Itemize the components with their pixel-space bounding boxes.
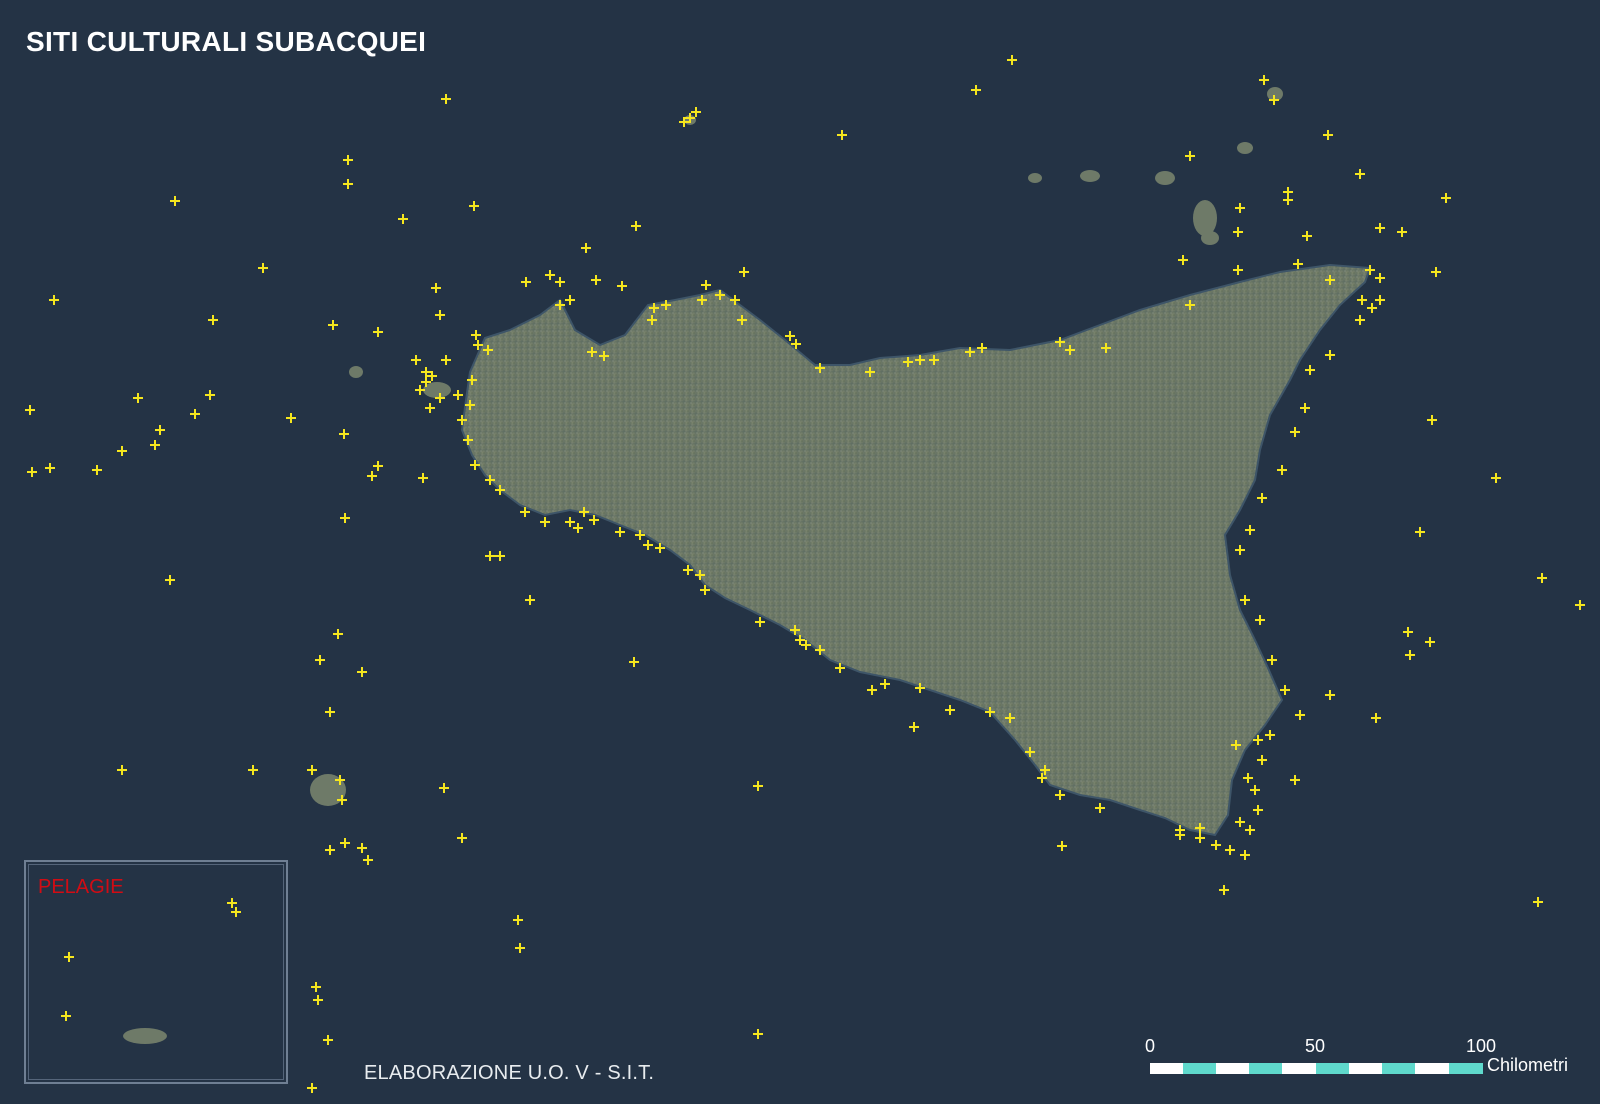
island-lipari: [1193, 200, 1217, 236]
scale-tick-50: 50: [1305, 1036, 1326, 1056]
scale-bar: [1150, 1063, 1483, 1074]
scale-tick-0: 0: [1145, 1036, 1156, 1056]
island-salina: [1155, 171, 1175, 185]
island-panarea: [1237, 142, 1253, 154]
island-marettimo: [349, 366, 363, 378]
island-vulcano: [1201, 231, 1219, 245]
island-alicudi: [1028, 173, 1042, 183]
map-title: SITI CULTURALI SUBACQUEI: [26, 26, 427, 57]
island-filicudi: [1080, 170, 1100, 182]
credit-text: ELABORAZIONE U.O. V - S.I.T.: [364, 1062, 655, 1084]
scale-unit: Chilometri: [1487, 1055, 1569, 1075]
island-favignana: [423, 382, 451, 398]
scale-tick-100: 100: [1466, 1036, 1497, 1056]
inset-label: PELAGIE: [38, 876, 124, 898]
